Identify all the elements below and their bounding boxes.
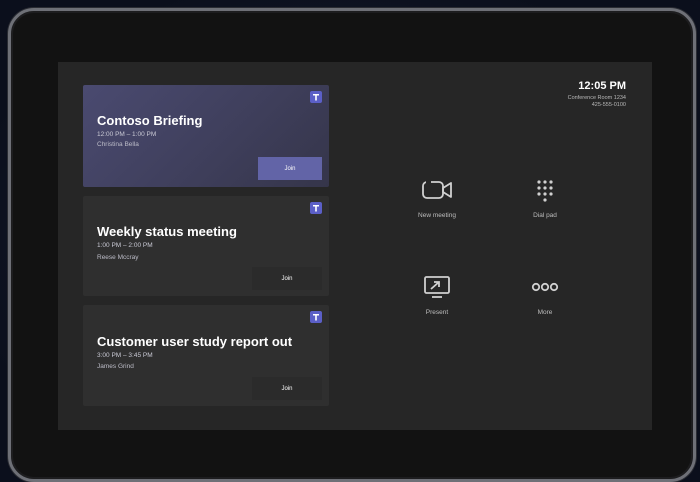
meeting-title: Contoso Briefing bbox=[97, 113, 203, 128]
video-camera-icon bbox=[422, 181, 452, 199]
room-name: Conference Room 1234 bbox=[567, 95, 626, 101]
more-icon bbox=[531, 282, 559, 292]
meeting-time: 12:00 PM – 1:00 PM bbox=[97, 131, 157, 138]
meeting-organizer: Reese Mccray bbox=[97, 254, 139, 261]
meeting-card[interactable]: Customer user study report out 3:00 PM –… bbox=[83, 305, 329, 406]
present-button[interactable]: Present bbox=[392, 275, 482, 316]
more-button[interactable]: More bbox=[500, 275, 590, 316]
present-screen-icon bbox=[424, 276, 450, 298]
background: Contoso Briefing 12:00 PM – 1:00 PM Chri… bbox=[0, 0, 700, 482]
meeting-card[interactable]: Contoso Briefing 12:00 PM – 1:00 PM Chri… bbox=[83, 85, 329, 187]
meeting-time: 3:00 PM – 3:45 PM bbox=[97, 352, 153, 359]
join-button[interactable]: Join bbox=[258, 157, 322, 180]
meeting-organizer: Christina Bella bbox=[97, 141, 139, 148]
dial-pad-label: Dial pad bbox=[533, 212, 557, 219]
room-info: 12:05 PM Conference Room 1234 425-555-01… bbox=[568, 80, 626, 108]
teams-icon bbox=[310, 311, 322, 323]
teams-icon bbox=[310, 202, 322, 214]
meeting-organizer: James Grind bbox=[97, 363, 134, 370]
more-label: More bbox=[537, 309, 553, 316]
meeting-title: Customer user study report out bbox=[97, 334, 293, 349]
clock-time: 12:05 PM bbox=[578, 80, 626, 92]
room-console-screen: Contoso Briefing 12:00 PM – 1:00 PM Chri… bbox=[58, 62, 652, 430]
new-meeting-button[interactable]: New meeting bbox=[392, 178, 482, 219]
teams-icon bbox=[310, 91, 322, 103]
dial-pad-icon bbox=[537, 180, 553, 202]
meeting-time: 1:00 PM – 2:00 PM bbox=[97, 242, 153, 249]
new-meeting-label: New meeting bbox=[418, 212, 456, 219]
meeting-title: Weekly status meeting bbox=[97, 224, 237, 239]
present-label: Present bbox=[425, 309, 449, 316]
dial-pad-button[interactable]: Dial pad bbox=[500, 178, 590, 219]
meeting-card[interactable]: Weekly status meeting 1:00 PM – 2:00 PM … bbox=[83, 196, 329, 296]
join-button[interactable]: Join bbox=[252, 267, 322, 290]
room-number: 425-555-0100 bbox=[591, 102, 626, 108]
join-button[interactable]: Join bbox=[252, 377, 322, 400]
